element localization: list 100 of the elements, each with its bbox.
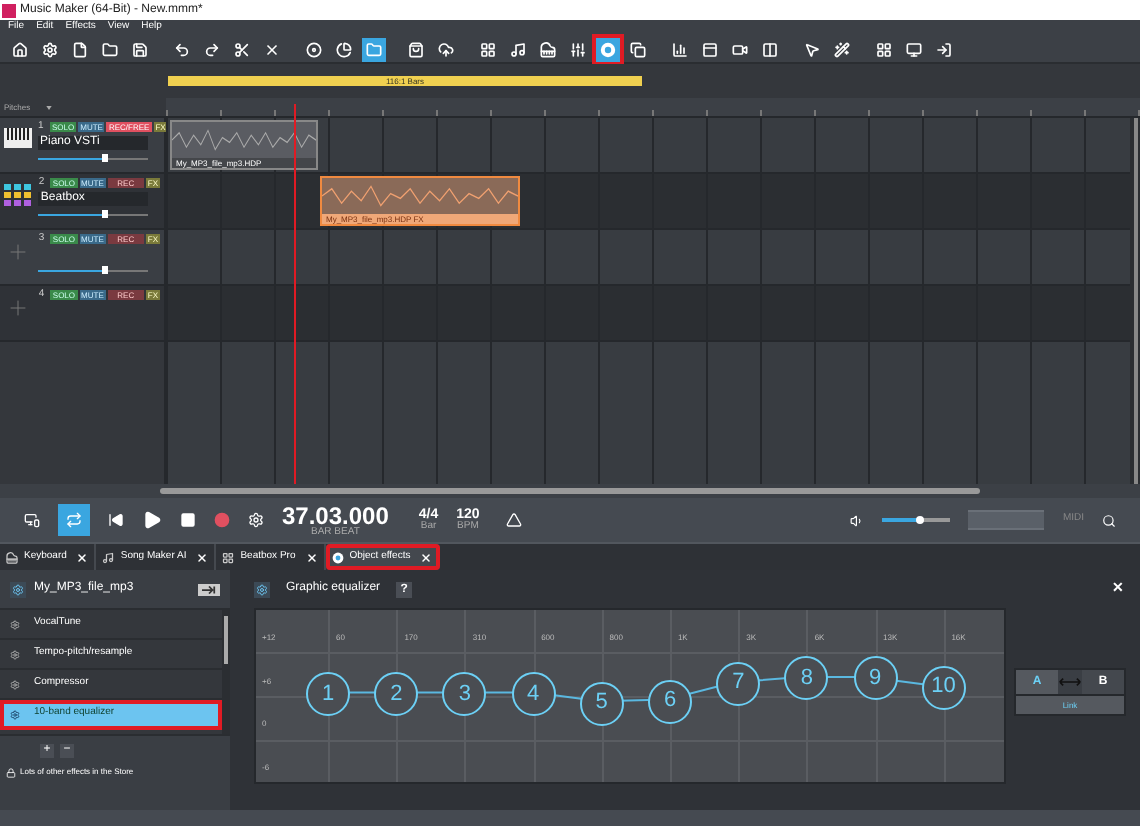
vertical-scrollbar[interactable] <box>1130 118 1140 484</box>
slider-thumb[interactable] <box>102 154 108 162</box>
toolbar-button[interactable] <box>506 37 530 61</box>
close-icon[interactable] <box>420 551 433 563</box>
volume-icon <box>850 513 865 527</box>
scissors-icon <box>234 41 250 57</box>
close-icon <box>264 41 280 57</box>
band-handle[interactable]: 8 <box>784 656 829 701</box>
copy-icon <box>630 41 646 57</box>
metronome-icon[interactable] <box>505 512 522 528</box>
piano-icon <box>6 551 18 563</box>
close-icon[interactable] <box>76 551 89 563</box>
toolbar-button[interactable] <box>872 37 896 61</box>
close-icon[interactable] <box>305 551 318 563</box>
drum-pads-icon <box>4 184 33 208</box>
folder-icon <box>102 41 118 57</box>
toolbar-button[interactable] <box>8 37 32 61</box>
panel-icon <box>702 41 718 57</box>
toolbar-button[interactable] <box>68 37 92 61</box>
toolbar-button[interactable] <box>668 37 692 61</box>
band-handle[interactable]: 6 <box>648 679 692 724</box>
login-icon <box>936 41 952 57</box>
toolbar-button[interactable] <box>230 37 254 61</box>
app-logo-icon <box>2 3 16 17</box>
toolbar-button[interactable] <box>830 37 854 61</box>
close-icon[interactable] <box>196 551 209 563</box>
shopping-bag-icon <box>408 41 424 57</box>
slider-thumb[interactable] <box>102 210 109 218</box>
monitor-icon <box>906 41 922 57</box>
band-handle[interactable]: 1 <box>306 672 350 717</box>
toolbar-button[interactable] <box>476 37 500 61</box>
band-handle[interactable]: 4 <box>511 672 556 717</box>
toolbar-button[interactable] <box>434 37 458 61</box>
redo-icon <box>204 41 220 57</box>
columns-icon <box>762 41 778 57</box>
pie-chart-icon <box>336 41 352 57</box>
grid-icon <box>222 551 235 563</box>
position-display: 37.03.000 <box>282 503 389 527</box>
toolbar-button[interactable] <box>932 37 956 61</box>
arrow-icon <box>202 585 216 593</box>
loop-icon <box>66 512 82 528</box>
slider-thumb[interactable] <box>916 516 925 524</box>
list-scrollbar[interactable] <box>222 610 230 734</box>
music-note-icon <box>510 41 526 57</box>
band-handle[interactable]: 2 <box>374 672 419 717</box>
grid-icon <box>876 41 892 57</box>
volume-slider[interactable] <box>38 210 149 218</box>
toolbar-button[interactable] <box>404 37 428 61</box>
toolbar-button[interactable] <box>98 37 122 61</box>
lock-icon <box>6 767 16 777</box>
file-icon <box>72 41 88 57</box>
toolbar-button[interactable] <box>626 37 650 61</box>
sliders-icon <box>570 41 586 57</box>
bar-chart-icon <box>672 41 688 57</box>
master-volume-slider[interactable] <box>882 516 951 524</box>
toolbar-button[interactable] <box>698 37 722 61</box>
effects-icon <box>331 551 344 563</box>
toolbar-button[interactable] <box>596 37 620 61</box>
swap-arrow-icon <box>1058 676 1082 688</box>
undo-icon <box>174 41 190 57</box>
video-icon <box>732 41 748 57</box>
volume-slider[interactable] <box>38 154 148 162</box>
monitor-icon[interactable] <box>24 512 40 528</box>
toolbar-button[interactable] <box>38 37 62 61</box>
volume-slider[interactable] <box>38 266 149 274</box>
band-handle[interactable]: 3 <box>442 672 487 717</box>
level-meter <box>968 510 1045 530</box>
stop-icon[interactable] <box>180 512 196 528</box>
home-icon <box>12 41 28 57</box>
waveform-icon <box>172 128 316 152</box>
band-handle[interactable]: 5 <box>579 681 624 726</box>
transfer-button[interactable] <box>198 583 220 595</box>
cloud-upload-icon <box>438 41 454 57</box>
horizontal-scrollbar[interactable] <box>160 488 980 494</box>
toolbar-button[interactable] <box>566 37 590 61</box>
piano-icon <box>540 41 556 57</box>
pointer-icon <box>804 41 820 57</box>
settings-icon <box>42 41 58 57</box>
play-icon[interactable] <box>142 510 162 530</box>
save-icon <box>132 41 148 57</box>
toolbar-button[interactable] <box>332 37 356 61</box>
toolbar-button[interactable] <box>302 37 326 61</box>
rewind-icon[interactable] <box>108 512 124 528</box>
toolbar-button[interactable] <box>536 37 560 61</box>
caret-icon[interactable] <box>46 105 53 109</box>
slider-thumb[interactable] <box>102 266 109 274</box>
band-handle[interactable]: 10 <box>921 665 966 710</box>
toolbar-button[interactable] <box>758 37 782 61</box>
search-icon[interactable] <box>1102 513 1116 527</box>
settings-icon[interactable] <box>12 583 24 595</box>
band-handle[interactable]: 7 <box>716 661 761 706</box>
add-track-icon <box>6 240 31 264</box>
toolbar-button[interactable] <box>362 37 386 61</box>
band-handle[interactable]: 9 <box>853 656 898 701</box>
settings-icon[interactable] <box>256 583 268 595</box>
toolbar-button[interactable] <box>902 37 926 61</box>
toolbar-button[interactable] <box>128 37 152 61</box>
folder-icon <box>366 41 382 57</box>
waveform-icon <box>322 184 518 208</box>
wand-icon <box>834 41 850 57</box>
